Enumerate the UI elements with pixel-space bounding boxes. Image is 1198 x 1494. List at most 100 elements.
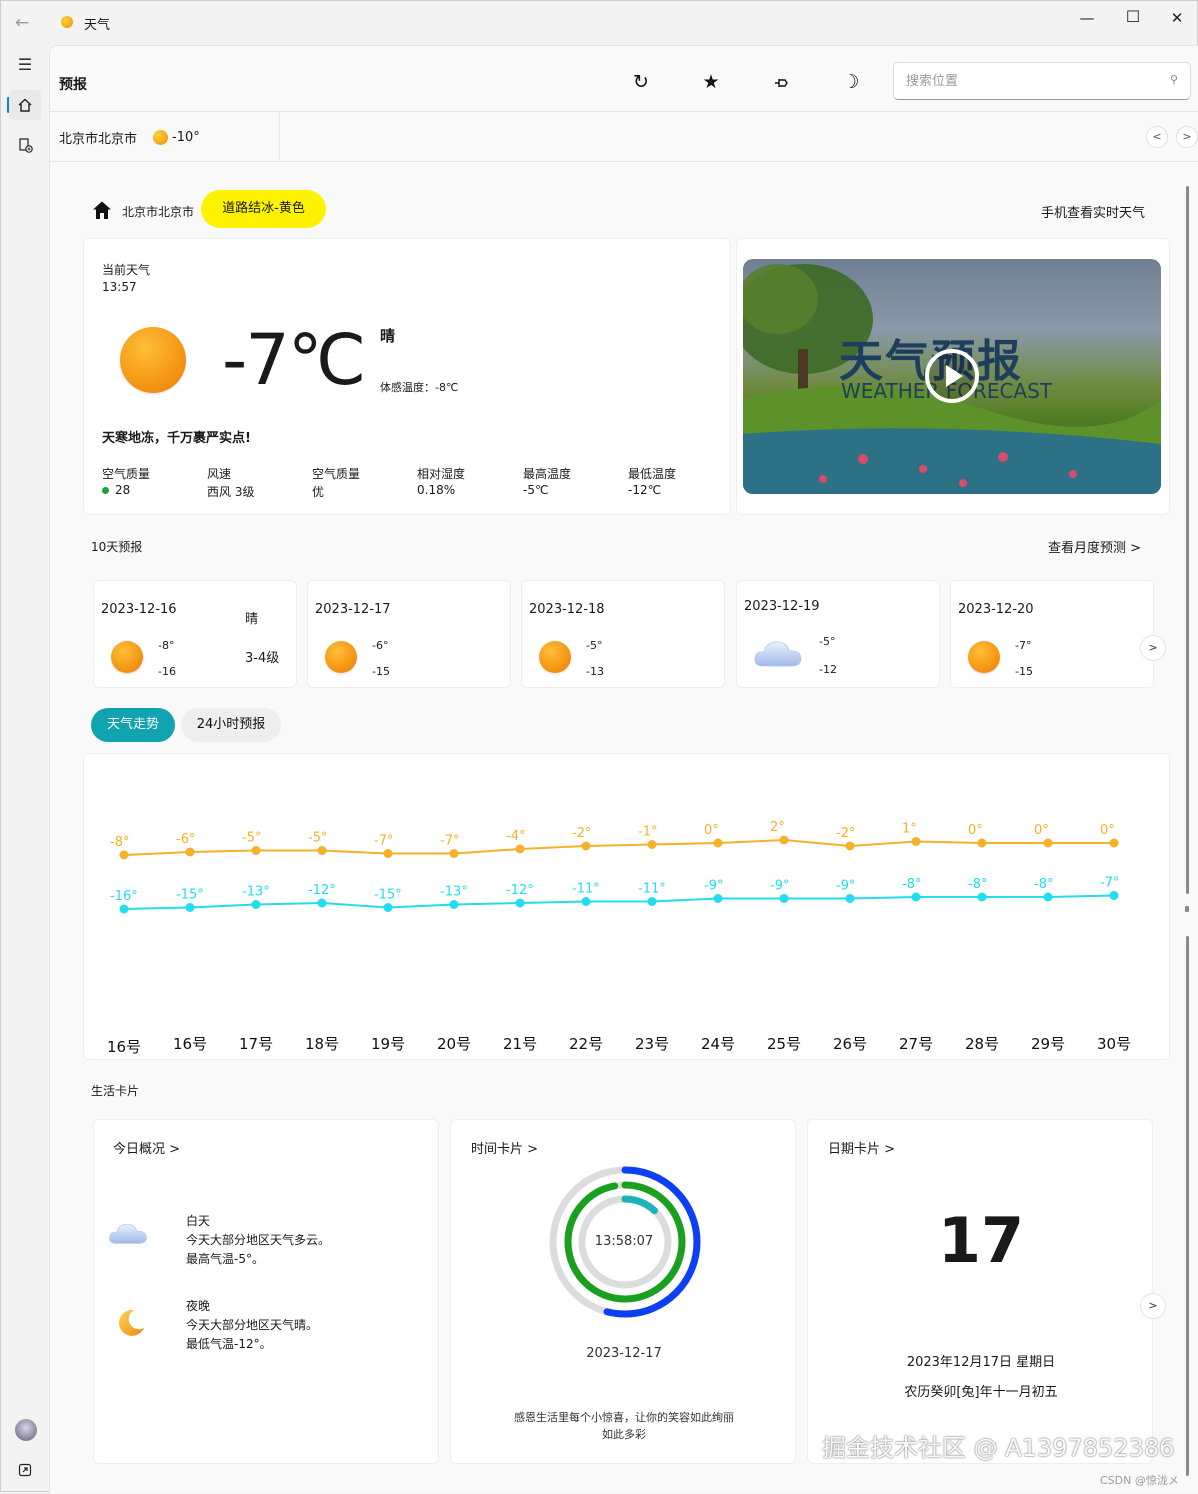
sun-icon (111, 641, 143, 673)
forecast-day-card[interactable]: 2023-12-20 -7° -15 (950, 580, 1154, 688)
refresh-icon[interactable]: ↻ (628, 70, 654, 96)
stat-value-air: 优 (312, 485, 325, 499)
forecast-day-card[interactable]: 2023-12-18 -5° -13 (521, 580, 725, 688)
sun-icon (539, 641, 571, 673)
today-overview-card: 今日概况 > 白天 今天大部分地区天气多云。 最高气温-5°。 夜晚 今天大部分… (93, 1119, 439, 1464)
weather-alert-badge[interactable]: 道路结冰-黄色 (201, 190, 326, 228)
play-button[interactable] (925, 349, 979, 403)
data-label: -9° (704, 879, 723, 894)
monthly-forecast-link[interactable]: 查看月度预测 > (1048, 537, 1141, 556)
mobile-realtime-link[interactable]: 手机查看实时天气 (1041, 202, 1145, 221)
forecast-date: 2023-12-17 (315, 602, 391, 617)
life-cards-next-button[interactable]: > (1140, 1293, 1166, 1319)
search-box[interactable]: ⚲ (893, 62, 1191, 100)
forecast-wind: 3-4级 (245, 651, 280, 666)
time-card-title[interactable]: 时间卡片 > (471, 1138, 538, 1157)
data-label: -11° (638, 882, 666, 897)
close-icon[interactable]: ✕ (1167, 9, 1187, 27)
data-point (911, 892, 921, 902)
sun-icon (325, 641, 357, 673)
data-point (515, 844, 525, 854)
user-avatar[interactable] (15, 1419, 37, 1441)
x-tick-label: 23号 (635, 1035, 669, 1053)
tab-24h-forecast[interactable]: 24小时预报 (181, 708, 281, 742)
location-tab-strip: 北京市北京市 -10° (50, 112, 1198, 162)
forecast-day-card[interactable]: 2023-12-19 -5° -12 (736, 580, 940, 688)
stat-label-humidity: 相对湿度 (417, 467, 466, 481)
current-condition: 晴 (380, 327, 396, 345)
data-label: -8° (110, 835, 129, 850)
x-tick-label: 20号 (437, 1035, 471, 1053)
nav-home-icon[interactable] (9, 90, 41, 120)
dark-mode-moon-icon[interactable]: ☽ (838, 70, 864, 96)
data-label: -8° (902, 877, 921, 892)
scrollbar-track[interactable] (1186, 936, 1189, 1476)
minimize-icon[interactable]: — (1077, 9, 1097, 27)
expand-window-icon[interactable] (9, 1455, 41, 1485)
data-label: -5° (242, 831, 261, 846)
data-point (317, 898, 327, 908)
data-label: -15° (176, 888, 204, 903)
favorite-star-icon[interactable]: ★ (698, 70, 724, 96)
x-tick-label: 27号 (899, 1035, 933, 1053)
tab-prev-button[interactable]: < (1146, 126, 1168, 148)
data-label: -9° (836, 879, 855, 894)
data-point (1043, 838, 1053, 848)
x-tick-label: 17号 (239, 1035, 273, 1053)
x-tick-label: 22号 (569, 1035, 603, 1053)
x-tick-label: 30号 (1097, 1035, 1131, 1053)
window-title: 天气 (84, 18, 111, 33)
data-label: 2° (770, 820, 785, 835)
stat-value-max-temp: -5℃ (523, 483, 549, 497)
night-min: 最低气温-12°。 (186, 1337, 272, 1351)
search-input[interactable] (894, 63, 1144, 99)
data-label: -8° (1034, 877, 1053, 892)
data-point (449, 849, 459, 858)
data-label: -2° (572, 826, 591, 841)
today-overview-title[interactable]: 今日概况 > (113, 1138, 180, 1157)
forecast-day-card[interactable]: 2023-12-16 -8° -16 晴 3-4级 (93, 580, 297, 688)
aqi-status-dot (102, 487, 109, 494)
data-label: -13° (440, 885, 468, 900)
data-label: -13° (242, 885, 270, 900)
forecast-scroll-area[interactable]: 北京市北京市 道路结冰-黄色 手机查看实时天气 当前天气 13:57 -7℃ 晴… (50, 162, 1198, 1494)
tab-next-button[interactable]: > (1176, 126, 1198, 148)
play-icon (946, 365, 963, 387)
series-line-0 (123, 838, 1114, 856)
data-label: -16° (110, 889, 138, 904)
data-label: -1° (638, 825, 657, 840)
forecast-high: -7° (1015, 639, 1032, 652)
forecast-day-card[interactable]: 2023-12-17 -6° -15 (307, 580, 511, 688)
location-tab-temp: -10° (172, 129, 200, 145)
sun-icon (120, 327, 186, 393)
date-card-full-date: 2023年12月17日 星期日 (906, 1355, 1056, 1370)
forecast-high: -5° (586, 639, 603, 652)
date-card-title[interactable]: 日期卡片 > (828, 1138, 895, 1157)
data-point (1109, 891, 1119, 900)
forecast-low: -13 (586, 665, 604, 678)
data-label: -6° (176, 832, 195, 847)
data-label: -4° (506, 829, 525, 844)
data-point (251, 846, 261, 855)
pin-icon[interactable] (768, 70, 794, 96)
current-weather-label: 当前天气 (102, 263, 151, 277)
nav-add-city-icon[interactable] (9, 130, 41, 160)
maximize-icon[interactable]: ☐ (1123, 7, 1143, 26)
hamburger-menu-icon[interactable]: ☰ (9, 49, 41, 79)
forecast-video[interactable]: 天气预报 WEATHER FORECAST (743, 259, 1161, 494)
tab-weather-trend[interactable]: 天气走势 (91, 708, 175, 742)
x-tick-label: 28号 (965, 1035, 999, 1053)
location-tab[interactable]: 北京市北京市 -10° (50, 112, 280, 162)
back-arrow-icon[interactable]: ← (15, 13, 37, 33)
data-point (119, 850, 129, 860)
date-card-day: 17 (937, 1204, 1025, 1277)
forecast-date: 2023-12-19 (744, 599, 820, 614)
scrollbar-thumb[interactable] (1186, 186, 1189, 894)
data-label: 0° (1100, 823, 1115, 838)
forecast-next-button[interactable]: > (1140, 635, 1166, 661)
data-point (779, 894, 789, 903)
sun-icon (153, 129, 169, 145)
daytime-label: 白天 (186, 1214, 211, 1228)
x-tick-label: 29号 (1031, 1035, 1065, 1053)
search-icon[interactable]: ⚲ (1170, 73, 1178, 86)
